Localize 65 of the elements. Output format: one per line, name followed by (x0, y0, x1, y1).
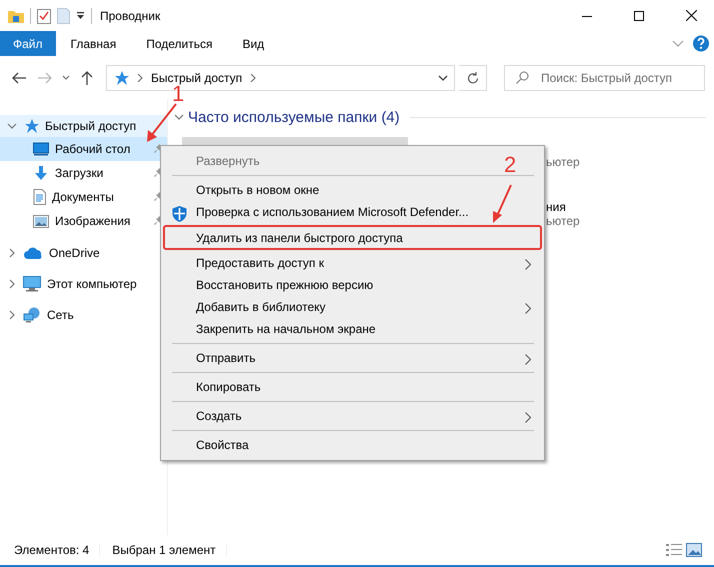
nav-item[interactable]: Рабочий стол (0, 137, 167, 161)
menu-item[interactable]: Отправить (196, 351, 256, 365)
chevron-icon[interactable] (7, 310, 17, 320)
caret-icon (62, 75, 70, 81)
chevron-icon[interactable] (250, 74, 256, 82)
search-icon (516, 71, 529, 84)
menu-item[interactable]: Предоставить доступ к (196, 256, 324, 270)
refresh-icon (466, 72, 478, 84)
annotation-number: 2 (504, 154, 516, 176)
nav-item[interactable]: OneDrive (0, 242, 167, 264)
nav-item[interactable]: Быстрый доступ (0, 115, 167, 137)
star-icon (23, 118, 39, 134)
search-field[interactable]: Поиск: Быстрый доступ (504, 65, 705, 91)
shield-icon (172, 206, 187, 222)
document-icon (33, 189, 46, 205)
menu-item[interactable]: Закрепить на начальном экране (196, 322, 376, 336)
annotation-arrow (490, 185, 512, 223)
nav-item[interactable]: Загрузки (0, 161, 167, 185)
caret-icon (438, 75, 448, 81)
item-count: Элементов: 4 (14, 543, 100, 557)
menu-item[interactable]: Восстановить прежнюю версию (196, 278, 374, 292)
monitor-icon (33, 142, 49, 156)
chevron-icon[interactable] (174, 112, 184, 122)
ribbon-tab[interactable]: Поделиться (131, 31, 228, 56)
image-icon (33, 214, 49, 228)
right-arrow-icon (38, 72, 52, 84)
ribbon-tab[interactable]: Главная (56, 31, 132, 56)
star-icon (113, 70, 129, 86)
menu-item[interactable]: Проверка с использованием Microsoft Defender... (196, 205, 469, 219)
nav-item[interactable]: Сеть (0, 304, 167, 326)
menu-item[interactable]: Создать (196, 409, 242, 423)
nav-item[interactable]: Этот компьютер (0, 273, 167, 295)
chevron-icon[interactable] (7, 279, 17, 289)
dropdown-icon[interactable] (76, 12, 85, 20)
annotation-arrow (145, 104, 177, 142)
menu-item[interactable]: Свойства (196, 438, 249, 452)
down-arrow-icon (33, 165, 49, 181)
menu-item[interactable]: Добавить в библиотеку (196, 300, 326, 314)
address-path[interactable]: Быстрый доступ (151, 71, 242, 85)
maximize-icon (634, 10, 644, 20)
network-icon (23, 307, 41, 323)
checklist-icon[interactable] (37, 8, 51, 24)
folder-name: ния (546, 200, 567, 214)
selection-count: Выбран 1 элемент (112, 543, 227, 557)
folder-icon (8, 8, 24, 22)
monitor-icon (23, 276, 41, 292)
annotation-number: 1 (172, 83, 184, 105)
left-arrow-icon (12, 72, 26, 84)
close-icon (686, 10, 696, 21)
file-tab[interactable]: Файл (0, 31, 56, 56)
chevron-icon[interactable] (7, 248, 17, 258)
folder-location: ьютер (546, 214, 581, 228)
chevron-icon[interactable] (137, 74, 143, 82)
menu-item[interactable]: Открыть в новом окне (196, 183, 320, 197)
cloud-icon (23, 246, 43, 260)
tiles-view-button[interactable] (684, 543, 704, 557)
chevron-icon[interactable] (7, 121, 17, 131)
group-header[interactable]: Часто используемые папки (4) (188, 108, 400, 126)
window-title: Проводник (100, 8, 160, 22)
menu-item[interactable]: Удалить из панели быстрого доступа (196, 230, 403, 244)
up-arrow-icon (81, 71, 93, 85)
menu-item[interactable]: Копировать (196, 380, 261, 394)
details-view-button[interactable] (664, 543, 684, 557)
ribbon-tab[interactable]: Вид (227, 31, 280, 56)
refresh-button[interactable] (459, 65, 487, 91)
